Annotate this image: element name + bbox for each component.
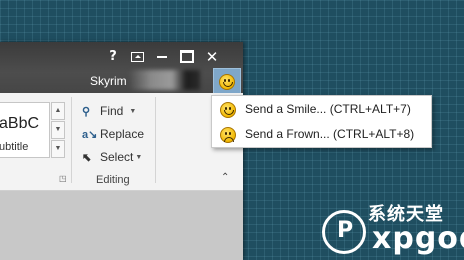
- ribbon: aBbC ubtitle ▲ ▼ ▼ ◳ ⚲ Find ▼ a↘ Replace ⬉ S…: [0, 93, 243, 191]
- collapse-ribbon-chevron-icon[interactable]: ⌃: [221, 172, 229, 183]
- ribbon-display-icon: [130, 51, 144, 62]
- word-window: ? ✕ Skyrim aBbC ubtitle ▲ ▼ ▼ ◳ ⚲ Find ▼ a…: [0, 42, 243, 260]
- styles-gallery-scroll: ▲ ▼ ▼: [51, 102, 65, 158]
- smile-face-icon: [219, 74, 235, 90]
- account-user-name[interactable]: Skyrim: [90, 74, 127, 88]
- ribbon-display-options-button[interactable]: [126, 46, 148, 68]
- blurred-account-avatar: [130, 70, 200, 90]
- watermark-latin-text: xpgod: [372, 221, 464, 256]
- frown-face-icon: [220, 127, 236, 143]
- replace-icon: a↘: [82, 129, 98, 141]
- send-frown-label: Send a Frown... (CTRL+ALT+8): [245, 127, 415, 141]
- maximize-icon: [180, 50, 194, 63]
- styles-scroll-down-button[interactable]: ▼: [51, 121, 65, 139]
- send-smile-label: Send a Smile... (CTRL+ALT+7): [245, 102, 411, 116]
- help-button[interactable]: ?: [102, 46, 124, 68]
- smile-feedback-menu: Send a Smile... (CTRL+ALT+7) Send a Frow…: [211, 95, 432, 148]
- site-watermark-logo: P 系统天堂 xpgod: [322, 200, 464, 258]
- close-button[interactable]: ✕: [201, 46, 223, 68]
- minimize-button[interactable]: [151, 46, 173, 68]
- editing-group-label: Editing: [96, 174, 130, 186]
- smile-face-icon: [220, 102, 236, 118]
- chevron-down-icon: ▼: [135, 154, 143, 162]
- styles-dialog-launcher-icon[interactable]: ◳: [59, 174, 67, 183]
- watermark-circle-logo-icon: P: [322, 210, 366, 254]
- find-button[interactable]: ⚲ Find ▼: [82, 104, 136, 118]
- title-bar: ? ✕ Skyrim: [0, 42, 243, 96]
- send-feedback-smile-button[interactable]: [213, 68, 241, 96]
- replace-button[interactable]: a↘ Replace: [82, 127, 144, 141]
- cursor-arrow-icon: ⬉: [82, 152, 92, 164]
- maximize-button[interactable]: [176, 46, 198, 68]
- style-preview-heading[interactable]: aBbC: [0, 115, 39, 133]
- document-area[interactable]: [0, 191, 243, 260]
- styles-more-button[interactable]: ▼: [51, 140, 65, 158]
- group-separator: [71, 97, 72, 183]
- styles-gallery[interactable]: aBbC ubtitle: [0, 102, 50, 158]
- minimize-icon: [157, 55, 167, 58]
- send-smile-menu-item[interactable]: Send a Smile... (CTRL+ALT+7): [212, 97, 431, 121]
- select-label: Select: [100, 150, 134, 164]
- group-separator: [155, 97, 156, 183]
- select-button[interactable]: ⬉ Select ▼: [82, 150, 142, 164]
- styles-scroll-up-button[interactable]: ▲: [51, 102, 65, 120]
- binoculars-icon: ⚲: [82, 106, 91, 118]
- replace-label: Replace: [100, 127, 145, 141]
- send-frown-menu-item[interactable]: Send a Frown... (CTRL+ALT+8): [212, 122, 431, 146]
- style-preview-subtitle[interactable]: ubtitle: [0, 141, 28, 153]
- chevron-down-icon: ▼: [129, 108, 137, 116]
- find-label: Find: [100, 104, 124, 118]
